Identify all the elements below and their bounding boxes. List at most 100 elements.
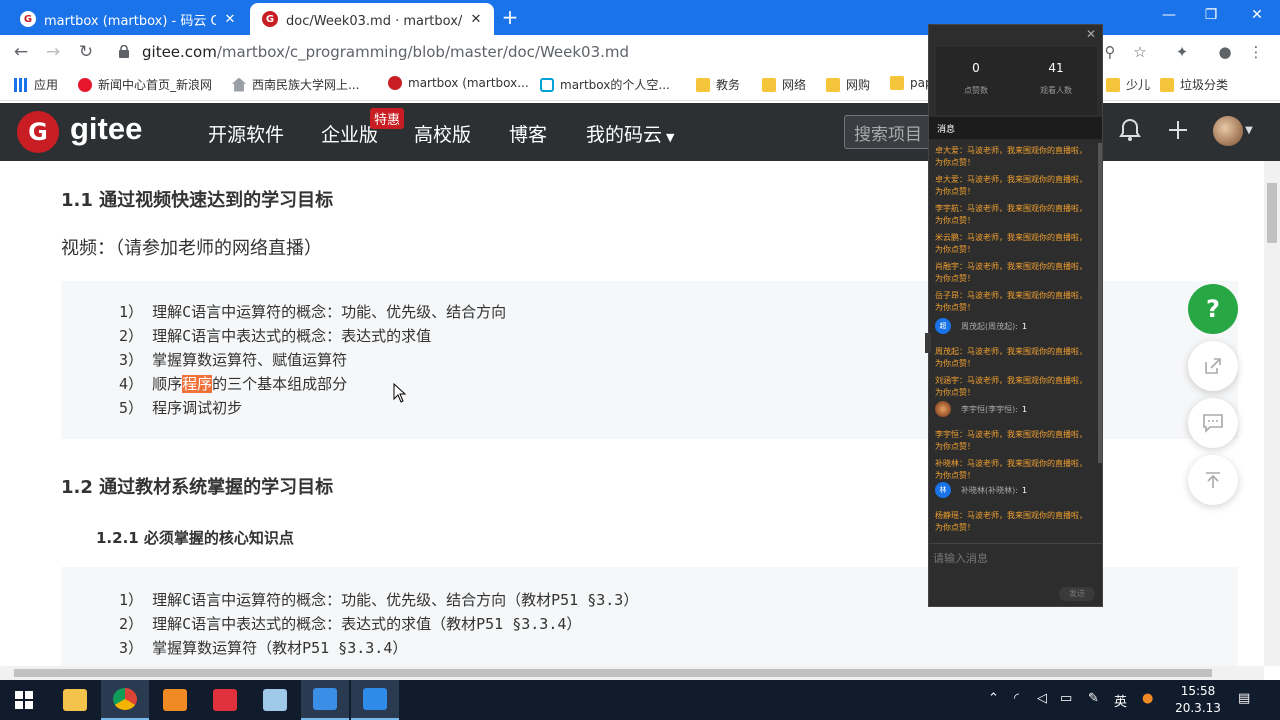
chat-message: 周茂起：马波老师，我来围观你的直播啦，为你点赞！ xyxy=(935,347,1087,368)
windows-start-icon[interactable] xyxy=(0,680,48,720)
scroll-thumb[interactable] xyxy=(1267,183,1277,243)
folder-icon xyxy=(1160,77,1174,92)
bookmark-star-icon[interactable]: ☆ xyxy=(1128,41,1152,63)
bookmark-folder-kids[interactable]: 少儿 xyxy=(1106,76,1150,93)
folder-icon xyxy=(762,77,776,92)
chat-message: 卓大爱：马波老师，我来围观你的直播啦，为你点赞！ xyxy=(935,146,1087,167)
caret-down-icon[interactable]: ▼ xyxy=(1242,125,1256,155)
chat-message-input[interactable]: 请输入消息 xyxy=(929,543,1102,583)
tab-close-icon[interactable]: ✕ xyxy=(468,12,484,27)
bookmark-folder-jiaowu[interactable]: 教务 xyxy=(696,76,740,93)
chat-message: 卓大爱：马波老师，我来围观你的直播啦，为你点赞！ xyxy=(935,175,1087,196)
list-item: 3） 掌握算数运算符（教材P51 §3.3.4） xyxy=(119,639,408,657)
pen-icon[interactable]: ✎ xyxy=(1088,691,1099,706)
chat-message: 米云鹏：马波老师，我来围观你的直播啦，为你点赞！ xyxy=(935,233,1087,254)
chat-message: 李宇恒：马波老师，我来围观你的直播啦，为你点赞！ xyxy=(935,430,1087,451)
nav-my-gitee[interactable]: 我的码云 ▼ xyxy=(586,120,674,147)
gitee-wordmark[interactable]: gitee xyxy=(70,111,142,147)
help-button[interactable]: ? xyxy=(1188,284,1238,334)
folder-icon xyxy=(890,76,904,90)
tab-gitee-profile[interactable]: G martbox (martbox) - 码云 Gitee.com ✕ xyxy=(8,3,248,35)
reload-icon[interactable]: ↻ xyxy=(73,39,99,65)
app-orange-icon[interactable] xyxy=(151,680,199,720)
viewers-stat: 41 观看人数 xyxy=(1040,61,1072,95)
volume-icon[interactable]: ◁ xyxy=(1037,691,1047,706)
like-notice: 超 周茂起(周茂起): 1 xyxy=(935,318,1091,334)
extension-icon[interactable]: ✦ xyxy=(1170,41,1194,63)
bookmark-sina[interactable]: 新闻中心首页_新浪网 xyxy=(78,76,212,93)
chat-scrollbar[interactable] xyxy=(1098,143,1102,463)
ime-indicator[interactable]: 英 xyxy=(1114,691,1127,710)
bookmark-folder-network[interactable]: 网络 xyxy=(762,76,806,93)
notification-icon[interactable]: ▤ xyxy=(1238,691,1250,706)
mouse-cursor-icon xyxy=(393,383,407,403)
search-input[interactable]: 搜索项目 xyxy=(844,115,934,149)
section-heading: 1.1 通过视频快速达到的学习目标 xyxy=(61,190,334,211)
vertical-scrollbar[interactable] xyxy=(1264,161,1280,666)
minimize-button[interactable]: — xyxy=(1146,3,1192,27)
tray-expand-icon[interactable]: ⌃ xyxy=(988,691,999,706)
address-bar[interactable]: gitee.com/martbox/c_programming/blob/mas… xyxy=(142,43,629,61)
battery-icon[interactable]: ▭ xyxy=(1060,691,1072,706)
file-explorer-icon[interactable] xyxy=(51,680,99,720)
user-avatar[interactable] xyxy=(1213,116,1243,146)
bookmark-folder-shopping[interactable]: 网购 xyxy=(826,76,870,93)
nav-open-source[interactable]: 开源软件 xyxy=(208,120,284,147)
bookmark-bilibili[interactable]: martbox的个人空... xyxy=(540,76,670,93)
bookmark-folder-garbage[interactable]: 垃圾分类 xyxy=(1160,76,1228,93)
feishu-icon[interactable] xyxy=(301,680,349,720)
scroll-thumb[interactable] xyxy=(14,669,1212,677)
nav-education[interactable]: 高校版 xyxy=(414,120,471,147)
notes-icon[interactable] xyxy=(251,680,299,720)
comment-icon xyxy=(1203,414,1223,433)
chat-collapse-handle[interactable] xyxy=(925,333,931,353)
chat-message: 李宇航：马波老师，我来围观你的直播啦，为你点赞！ xyxy=(935,204,1087,225)
chat-close-icon[interactable]: ✕ xyxy=(1086,27,1096,41)
likes-stat: 0 点赞数 xyxy=(964,61,988,95)
nav-blog[interactable]: 博客 xyxy=(509,120,547,147)
tab-title: doc/Week03.md · martbox/C语言程序设计 xyxy=(286,13,462,29)
messages-title: 消息 xyxy=(929,117,1102,139)
live-app-icon[interactable] xyxy=(351,680,399,720)
send-button[interactable]: 发送 xyxy=(1059,587,1095,601)
system-clock[interactable]: 15:58 20.3.13 xyxy=(1170,683,1226,717)
sogou-icon[interactable]: ● xyxy=(1142,691,1153,706)
forward-arrow-icon[interactable]: → xyxy=(40,39,66,65)
bookmark-folder-pap[interactable]: pap xyxy=(890,76,933,90)
weibo-icon xyxy=(78,77,92,92)
folder-icon xyxy=(696,77,710,92)
promo-badge: 特惠 xyxy=(370,108,405,129)
plus-icon[interactable] xyxy=(1164,117,1192,147)
window-close-button[interactable]: ✕ xyxy=(1234,3,1280,27)
chat-message: 肖融宇：马波老师，我来围观你的直播啦，为你点赞！ xyxy=(935,262,1087,283)
gitee-logo-icon[interactable]: G xyxy=(17,111,59,153)
bookmark-gitee[interactable]: martbox (martbox... xyxy=(388,76,529,90)
bookmark-swun[interactable]: 西南民族大学网上... xyxy=(232,76,359,93)
new-tab-button[interactable]: + xyxy=(498,5,522,29)
chat-message: 杨静瑶：马波老师，我来围观你的直播啦，为你点赞！ xyxy=(935,511,1087,532)
gitee-icon xyxy=(388,76,402,90)
bookmark-apps[interactable]: 应用 xyxy=(14,76,58,93)
bell-icon[interactable] xyxy=(1116,117,1144,147)
subsection-heading: 1.2.1 必须掌握的核心知识点 xyxy=(96,529,294,547)
comment-button[interactable] xyxy=(1188,398,1238,448)
tab-week03-doc[interactable]: G doc/Week03.md · martbox/C语言程序设计 ✕ xyxy=(250,3,494,35)
tab-close-icon[interactable]: ✕ xyxy=(222,12,238,27)
wifi-icon[interactable]: ◜ xyxy=(1014,691,1019,706)
horizontal-scrollbar[interactable] xyxy=(0,666,1264,680)
back-to-top-button[interactable] xyxy=(1188,455,1238,505)
restore-button[interactable]: ❐ xyxy=(1188,3,1234,27)
like-notice: 李宇恒(李宇恒): 1 xyxy=(935,401,1091,417)
xmind-icon[interactable] xyxy=(201,680,249,720)
profile-icon[interactable]: ● xyxy=(1213,41,1237,63)
apps-icon xyxy=(14,77,28,92)
chat-message: 岳子昂：马波老师，我来围观你的直播啦，为你点赞！ xyxy=(935,291,1087,312)
message-list[interactable]: 卓大爱：马波老师，我来围观你的直播啦，为你点赞！ 卓大爱：马波老师，我来围观你的… xyxy=(935,145,1095,541)
chrome-icon[interactable] xyxy=(101,680,149,720)
tab-title: martbox (martbox) - 码云 Gitee.com xyxy=(44,13,216,29)
user-avatar xyxy=(935,401,951,417)
share-button[interactable] xyxy=(1188,341,1238,391)
list-item: 5） 程序调试初步 xyxy=(119,399,243,417)
menu-dots-icon[interactable]: ⋮ xyxy=(1244,41,1268,63)
back-arrow-icon[interactable]: ← xyxy=(8,39,34,65)
